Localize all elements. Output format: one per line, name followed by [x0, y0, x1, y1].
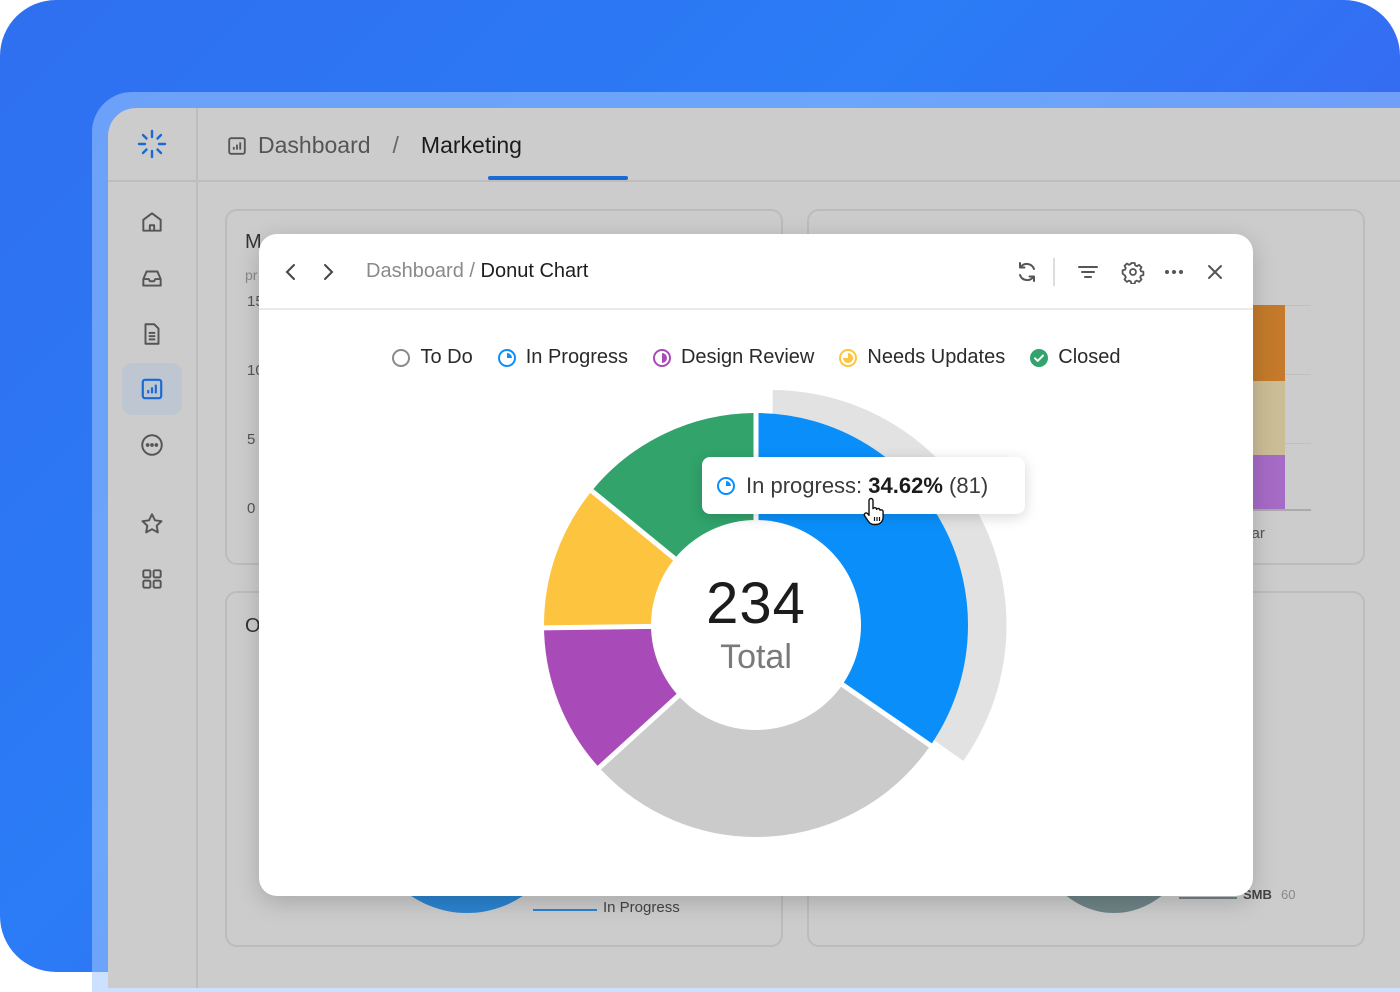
hand-pointer-cursor-icon — [863, 497, 884, 526]
stacked-bar-segment — [1249, 381, 1285, 455]
donut-total-label: Total — [720, 638, 792, 676]
tooltip-label: In progress: — [746, 472, 863, 498]
sidebar-item-apps[interactable] — [122, 553, 182, 605]
active-tab-indicator — [488, 176, 628, 180]
callout-line — [1179, 897, 1237, 899]
more-circle-icon — [141, 434, 163, 456]
sidebar-item-more[interactable] — [122, 419, 182, 471]
tab-marketing[interactable]: Marketing — [421, 132, 522, 159]
sidebar-item-home[interactable] — [122, 196, 182, 248]
sidebar-item-dashboards[interactable] — [122, 363, 182, 415]
divider — [108, 180, 196, 182]
top-bar: Dashboard / Marketing — [198, 108, 1400, 182]
stacked-bar-segment — [1249, 305, 1285, 381]
dashboard-icon — [228, 136, 246, 155]
breadcrumb: Dashboard / Marketing — [226, 132, 522, 159]
quarter-circle-icon — [717, 476, 735, 495]
x-axis — [1249, 509, 1311, 511]
breadcrumb-root[interactable]: Dashboard — [258, 132, 371, 159]
logo-icon — [137, 129, 167, 159]
y-tick: 0 — [247, 500, 256, 517]
dashboard-icon — [141, 378, 163, 400]
donut-chart-modal: Dashboard / Donut Chart To Do In Progres… — [259, 234, 1253, 896]
breadcrumb-separator: / — [392, 132, 399, 158]
stacked-bar-segment — [1249, 455, 1285, 509]
sidebar-item-favorites[interactable] — [122, 498, 182, 550]
callout-label: In Progress — [603, 899, 680, 916]
sidebar-item-docs[interactable] — [122, 308, 182, 360]
callout-value: 60 — [1281, 887, 1296, 902]
tooltip-percent: 34.62% — [868, 472, 943, 498]
y-tick: 5 — [247, 431, 256, 448]
sidebar — [108, 108, 198, 988]
apps-grid-icon — [142, 569, 162, 589]
donut-chart — [540, 390, 1007, 837]
star-icon — [141, 513, 163, 534]
inbox-icon — [142, 270, 162, 287]
sidebar-item-inbox[interactable] — [122, 252, 182, 304]
home-icon — [142, 212, 162, 232]
tooltip-count: (81) — [949, 472, 989, 498]
card-subtitle: pr — [245, 267, 258, 283]
donut-total-value: 234 — [706, 571, 806, 636]
document-icon — [144, 323, 160, 345]
callout-line — [533, 909, 597, 911]
